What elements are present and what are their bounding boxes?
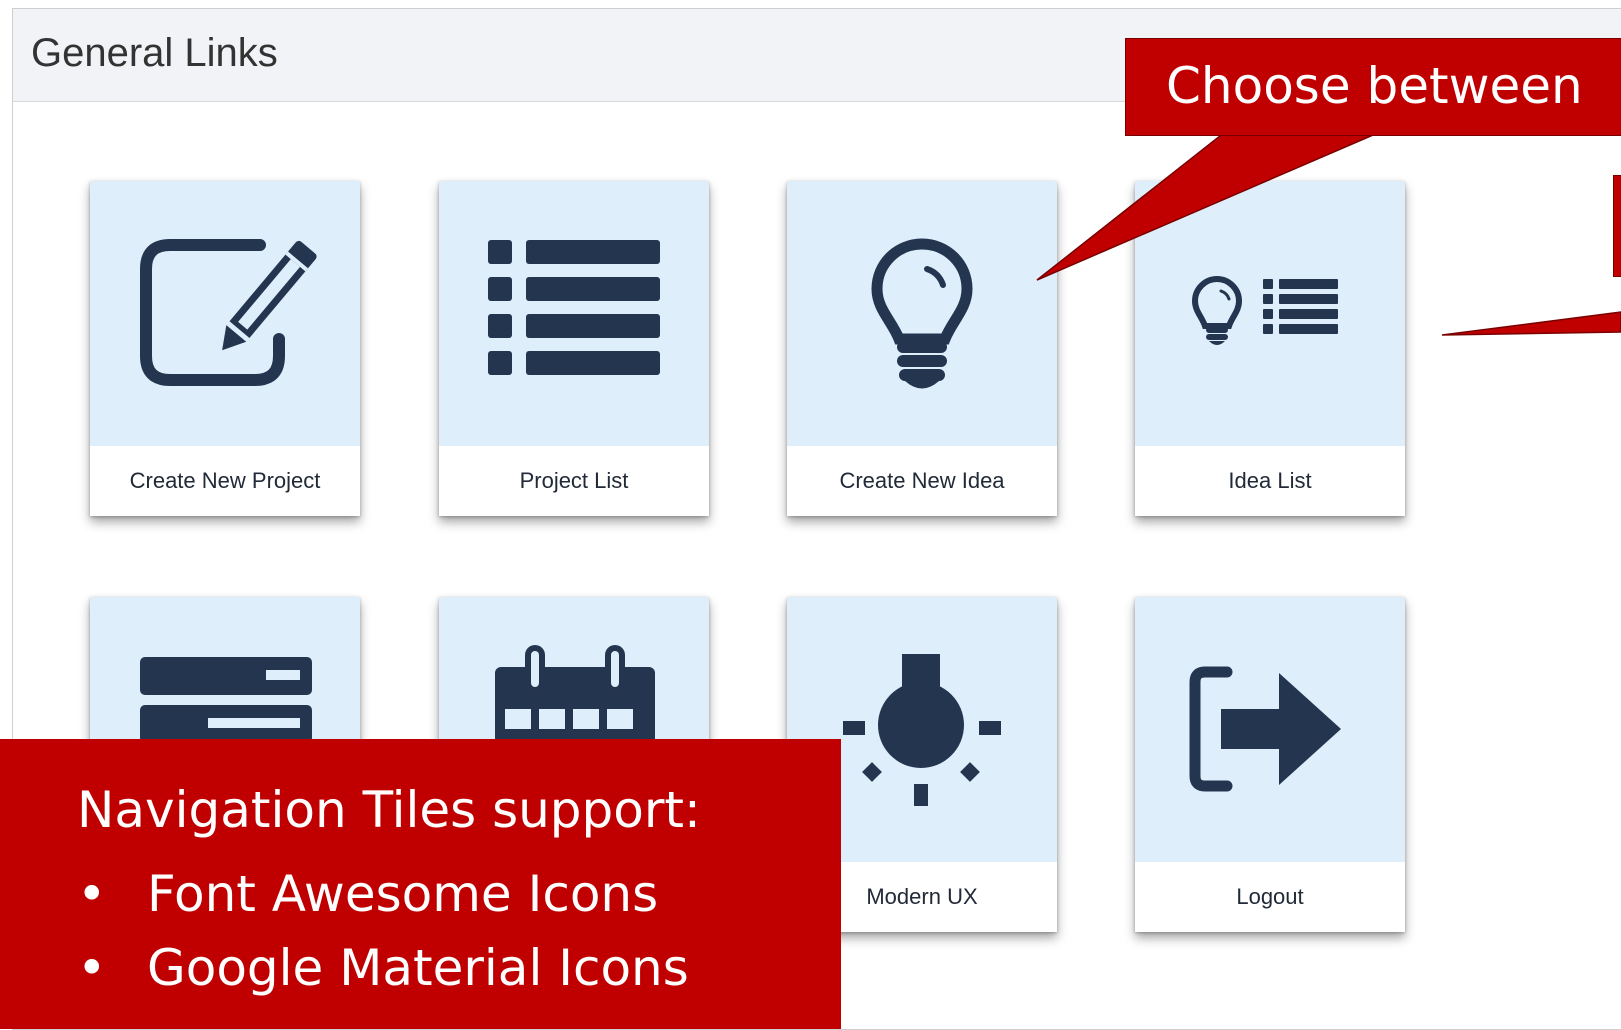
tile-label: Logout xyxy=(1236,884,1304,909)
callout-choose-between: Choose between xyxy=(1125,38,1621,136)
tile-label: Project List xyxy=(519,468,629,493)
callout-navigation-tiles: Navigation Tiles support: • Font Awesome … xyxy=(0,739,841,1029)
tile-icon-area xyxy=(1135,181,1405,446)
tile-project-list[interactable]: Project List xyxy=(439,181,709,516)
sign-out-icon xyxy=(1189,666,1341,792)
tile-icon-area xyxy=(90,181,360,446)
tile-icon-area xyxy=(787,181,1057,446)
tile-create-new-project[interactable]: Create New Project xyxy=(90,181,360,516)
callout-list-item: • Google Material Icons xyxy=(77,939,689,997)
bullet: • xyxy=(77,865,107,923)
tile-create-new-idea[interactable]: Create New Idea xyxy=(787,181,1057,516)
tile-label: Create New Project xyxy=(129,468,321,493)
list-icon xyxy=(488,240,660,375)
panel-title: General Links xyxy=(31,31,278,75)
callout-list-item: • Font Awesome Icons xyxy=(77,865,658,923)
lightbulb-list-icon xyxy=(1191,275,1338,345)
edit-icon xyxy=(140,239,317,386)
tile-label: Create New Idea xyxy=(839,468,1005,493)
tile-label: Idea List xyxy=(1228,468,1312,493)
bullet: • xyxy=(77,939,107,997)
lightbulb-icon xyxy=(871,238,973,389)
callout-heading: Navigation Tiles support: xyxy=(77,781,701,839)
tile-icon-area xyxy=(439,181,709,446)
callout-secondary xyxy=(1613,175,1621,277)
callout-text: Choose between xyxy=(1166,57,1583,115)
tile-logout[interactable]: Logout xyxy=(1135,597,1405,932)
tile-idea-list[interactable]: Idea List xyxy=(1135,181,1405,516)
callout-item-text: Font Awesome Icons xyxy=(147,865,659,923)
tile-icon-area xyxy=(1135,597,1405,862)
callout-item-text: Google Material Icons xyxy=(147,939,689,997)
